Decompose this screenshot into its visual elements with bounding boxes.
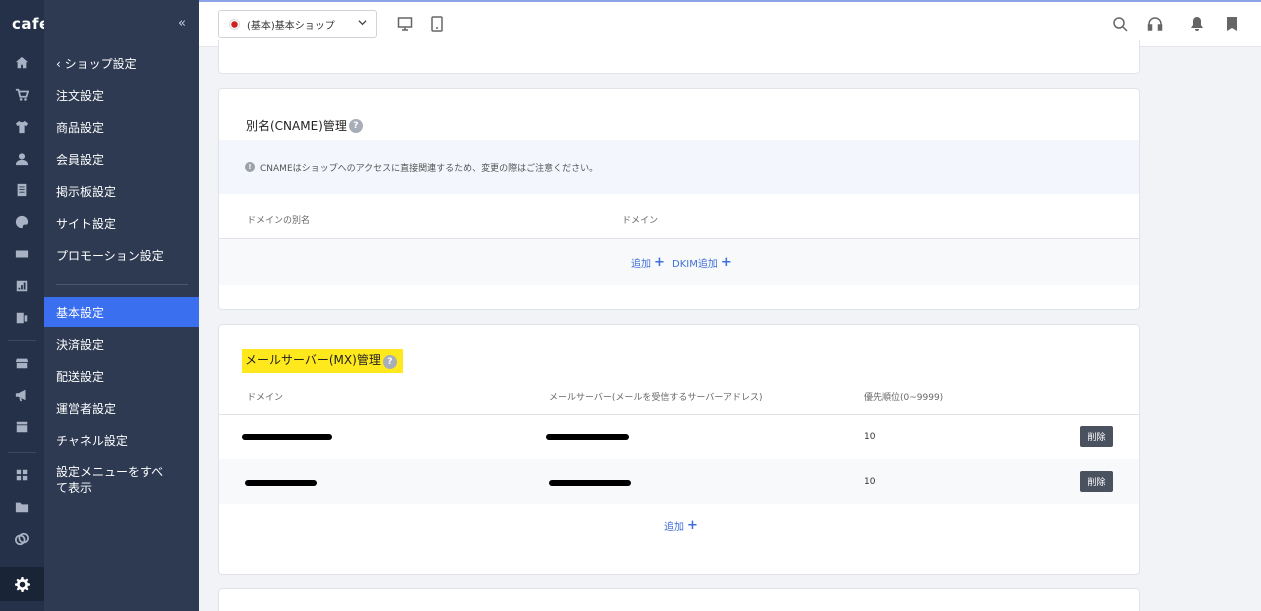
menu-item-operator-settings[interactable]: 運営者設定 xyxy=(44,393,199,423)
menu-item-promotion-settings[interactable]: プロモーション設定 xyxy=(44,240,199,270)
icon-rail: cafe24 xyxy=(0,0,71,611)
rail-divider xyxy=(8,452,36,453)
shop-select[interactable]: (基本)基本ショップ xyxy=(218,10,377,38)
menu-item-member-settings[interactable]: 会員設定 xyxy=(44,144,199,174)
bookmark-icon[interactable] xyxy=(1224,16,1240,32)
user-icon[interactable] xyxy=(14,151,30,167)
menu-item-site-settings[interactable]: サイト設定 xyxy=(44,208,199,238)
settings-menu: « ‹ ショップ設定 注文設定 商品設定 会員設定 掲示板設定 サイト設定 プロ… xyxy=(44,0,199,611)
info-icon: ! xyxy=(245,162,255,172)
chevron-down-icon xyxy=(358,18,367,30)
redacted-mail-server xyxy=(549,480,631,486)
table-row: 10 削除 xyxy=(219,459,1139,504)
menu-item-show-all-settings[interactable]: 設定メニューをすべて表示 xyxy=(44,460,174,500)
help-icon[interactable]: ? xyxy=(348,118,363,133)
table-divider xyxy=(219,414,1139,415)
shop-select-value: (基本)基本ショップ xyxy=(247,20,335,32)
folder-icon[interactable] xyxy=(14,499,30,515)
next-settings-card xyxy=(218,588,1140,611)
cname-add-label: 追加 xyxy=(631,259,651,270)
board-icon[interactable] xyxy=(14,182,30,198)
redacted-domain xyxy=(245,480,317,486)
plus-icon: + xyxy=(687,518,698,533)
help-icon[interactable]: ? xyxy=(382,355,397,369)
cname-info-text: CNAMEはショップへのアクセスに直接関連するため、変更の際はご注意ください。 xyxy=(260,163,599,174)
column-header-priority: 優先順位(0~9999) xyxy=(864,393,944,403)
delete-button[interactable]: 削除 xyxy=(1080,426,1113,447)
menu-item-channel-settings[interactable]: チャネル設定 xyxy=(44,425,199,455)
menu-item-order-settings[interactable]: 注文設定 xyxy=(44,80,199,110)
previous-settings-card xyxy=(218,40,1140,74)
delete-button[interactable]: 削除 xyxy=(1080,471,1113,492)
menu-item-shipping-settings[interactable]: 配送設定 xyxy=(44,361,199,391)
rail-divider xyxy=(8,340,36,341)
mx-add-button[interactable]: 追加 + xyxy=(664,518,698,533)
column-header-domain: ドメイン xyxy=(247,393,284,403)
cname-management-card: 別名(CNAME)管理 ? ! CNAMEはショップへのアクセスに直接関連するた… xyxy=(218,88,1140,310)
menu-divider xyxy=(56,284,188,285)
shop-icon[interactable] xyxy=(14,355,30,371)
home-icon[interactable] xyxy=(14,55,30,71)
cname-title-text: 別名(CNAME)管理 xyxy=(246,119,347,133)
mx-add-label: 追加 xyxy=(664,522,684,533)
desktop-icon[interactable] xyxy=(397,16,413,32)
menu-item-basic-settings[interactable]: 基本設定 xyxy=(44,297,199,327)
priority-value: 10 xyxy=(864,432,876,442)
search-icon[interactable] xyxy=(1112,16,1128,32)
collapse-menu-button[interactable]: « xyxy=(178,16,186,31)
headset-icon[interactable] xyxy=(1147,16,1163,32)
redacted-domain xyxy=(242,434,332,440)
palette-icon[interactable] xyxy=(14,214,30,230)
layers-icon[interactable] xyxy=(14,531,30,547)
promo-icon[interactable] xyxy=(14,246,30,262)
plus-icon: + xyxy=(720,255,732,270)
menu-item-product-settings[interactable]: 商品設定 xyxy=(44,112,199,142)
mx-title-text: メールサーバー(MX)管理 xyxy=(245,353,381,367)
menu-item-board-settings[interactable]: 掲示板設定 xyxy=(44,176,199,206)
store-icon[interactable] xyxy=(14,419,30,435)
apps-icon[interactable] xyxy=(14,467,30,483)
shirt-icon[interactable] xyxy=(14,119,30,135)
cart-icon[interactable] xyxy=(14,87,30,103)
plus-icon: + xyxy=(654,255,665,270)
cname-add-button[interactable]: 追加 + xyxy=(631,255,665,270)
mx-title-highlight: メールサーバー(MX)管理? xyxy=(242,349,403,373)
cname-section-title: 別名(CNAME)管理 ? xyxy=(246,117,363,134)
cname-info-notice: ! CNAMEはショップへのアクセスに直接関連するため、変更の際はご注意ください… xyxy=(219,140,1139,194)
dkim-add-button[interactable]: DKIM追加 + xyxy=(672,255,732,270)
mx-section-title: メールサーバー(MX)管理? xyxy=(242,349,403,373)
column-header-domain-alias: ドメインの別名 xyxy=(247,216,311,226)
tablet-icon[interactable] xyxy=(429,16,445,32)
column-header-mail-server: メールサーバー(メールを受信するサーバーアドレス) xyxy=(549,393,763,403)
dkim-add-label: DKIM追加 xyxy=(672,259,718,270)
redacted-mail-server xyxy=(546,434,629,440)
gear-icon[interactable] xyxy=(0,567,44,601)
menu-item-payment-settings[interactable]: 決済設定 xyxy=(44,329,199,359)
priority-value: 10 xyxy=(864,477,876,487)
back-to-shop-settings[interactable]: ‹ ショップ設定 xyxy=(56,55,137,72)
megaphone-icon[interactable] xyxy=(14,387,30,403)
japan-flag-icon xyxy=(229,18,240,30)
column-header-domain: ドメイン xyxy=(622,216,659,226)
mobile-icon[interactable] xyxy=(14,310,30,326)
stats-icon[interactable] xyxy=(14,278,30,294)
mx-management-card: メールサーバー(MX)管理? ドメイン メールサーバー(メールを受信するサーバー… xyxy=(218,324,1140,575)
bell-icon[interactable] xyxy=(1189,16,1205,32)
